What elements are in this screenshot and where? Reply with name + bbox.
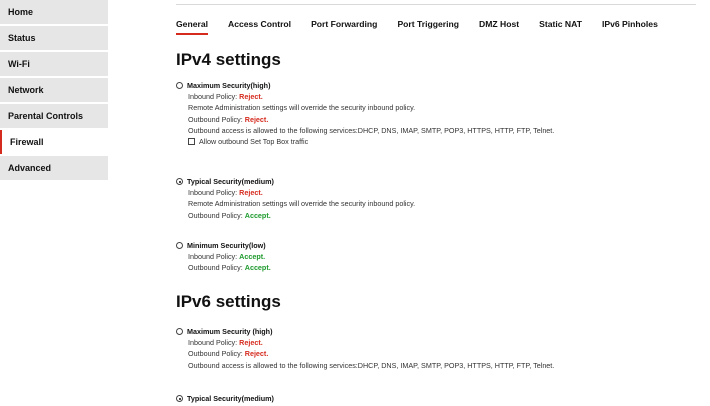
- sidebar-item-network[interactable]: Network: [0, 78, 108, 102]
- tab-dmz-host[interactable]: DMZ Host: [479, 19, 519, 35]
- ipv6-typical-security: Typical Security(medium): [176, 393, 274, 404]
- outbound-access-note: Outbound access is allowed to the follow…: [188, 125, 555, 135]
- sidebar-item-parental-controls[interactable]: Parental Controls: [0, 104, 108, 128]
- tab-general[interactable]: General: [176, 19, 209, 35]
- firewall-tabs: General Access Control Port Forwarding P…: [176, 19, 678, 35]
- ipv6-max-radio[interactable]: [176, 328, 183, 336]
- inbound-policy-label: Inbound Policy:: [188, 92, 240, 102]
- tab-static-nat[interactable]: Static NAT: [539, 19, 582, 35]
- ipv4-max-radio[interactable]: [176, 82, 183, 90]
- outbound-policy-value: Accept.: [244, 210, 271, 220]
- ipv4-heading: IPv4 settings: [176, 50, 281, 69]
- outbound-policy-value: Reject.: [244, 349, 269, 359]
- outbound-policy-label: Outbound Policy:: [188, 114, 245, 124]
- ipv6-typical-title: Typical Security(medium): [187, 394, 274, 403]
- top-divider: [176, 4, 696, 5]
- tab-port-forwarding[interactable]: Port Forwarding: [311, 19, 377, 35]
- ipv4-max-title: Maximum Security(high): [187, 81, 271, 90]
- ipv6-typical-radio[interactable]: [176, 395, 183, 403]
- sidebar-item-wifi[interactable]: Wi-Fi: [0, 52, 108, 76]
- ipv6-maximum-security: Maximum Security (high) Inbound Policy: …: [176, 326, 554, 371]
- ipv6-max-title: Maximum Security (high): [187, 327, 273, 336]
- remote-admin-note: Remote Administration settings will over…: [188, 199, 416, 209]
- tab-port-triggering[interactable]: Port Triggering: [397, 19, 459, 35]
- outbound-policy-value: Reject.: [244, 114, 269, 124]
- outbound-policy-label: Outbound Policy:: [188, 263, 245, 273]
- set-top-box-label: Allow outbound Set Top Box traffic: [199, 137, 309, 147]
- sidebar-item-advanced[interactable]: Advanced: [0, 156, 108, 180]
- tab-ipv6-pinholes[interactable]: IPv6 Pinholes: [602, 19, 658, 35]
- ipv4-minimum-security: Minimum Security(low) Inbound Policy: Ac…: [176, 240, 271, 274]
- ipv4-min-title: Minimum Security(low): [187, 241, 266, 250]
- sidebar-item-firewall[interactable]: Firewall: [0, 130, 108, 154]
- sidebar-item-home[interactable]: Home: [0, 0, 108, 24]
- set-top-box-checkbox[interactable]: [188, 138, 195, 146]
- ipv6-heading: IPv6 settings: [176, 292, 281, 311]
- inbound-policy-label: Inbound Policy:: [188, 188, 240, 198]
- inbound-policy-value: Reject.: [239, 92, 263, 102]
- inbound-policy-value: Accept.: [239, 252, 266, 262]
- inbound-policy-label: Inbound Policy:: [188, 338, 240, 348]
- inbound-policy-label: Inbound Policy:: [188, 252, 240, 262]
- ipv4-maximum-security: Maximum Security(high) Inbound Policy: R…: [176, 80, 554, 147]
- outbound-policy-label: Outbound Policy:: [188, 210, 245, 220]
- ipv4-typical-title: Typical Security(medium): [187, 177, 274, 186]
- outbound-policy-label: Outbound Policy:: [188, 349, 245, 359]
- inbound-policy-value: Reject.: [239, 188, 263, 198]
- outbound-access-note: Outbound access is allowed to the follow…: [188, 360, 555, 370]
- tab-access-control[interactable]: Access Control: [228, 19, 291, 35]
- sidebar-item-status[interactable]: Status: [0, 26, 108, 50]
- outbound-policy-value: Accept.: [244, 263, 271, 273]
- remote-admin-note: Remote Administration settings will over…: [188, 103, 416, 113]
- ipv4-min-radio[interactable]: [176, 242, 183, 250]
- ipv4-typical-radio[interactable]: [176, 178, 183, 186]
- ipv4-typical-security: Typical Security(medium) Inbound Policy:…: [176, 176, 415, 221]
- inbound-policy-value: Reject.: [239, 338, 263, 348]
- sidebar-nav: Home Status Wi-Fi Network Parental Contr…: [0, 0, 108, 182]
